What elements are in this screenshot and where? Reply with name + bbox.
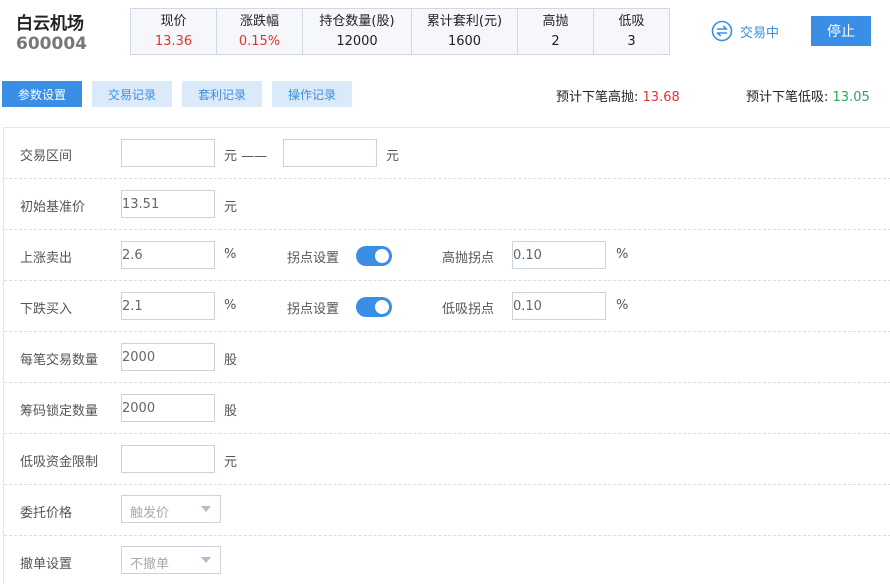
exchange-icon (711, 20, 733, 42)
base-price-input[interactable] (121, 190, 215, 218)
tab-parameter-settings[interactable]: 参数设置 (2, 81, 82, 107)
forecast-high-label: 预计下笔高抛: (556, 90, 639, 105)
quote-value: 0.15% (238, 33, 281, 49)
quote-label: 持仓数量(股) (319, 13, 395, 29)
unit-label: 股 (224, 353, 238, 368)
form-row-locked-qty: 筹码锁定数量 股 (4, 383, 890, 434)
select-value: 触发价 (130, 506, 170, 521)
unit-label: % (616, 247, 629, 262)
quote-label: 高抛 (542, 13, 569, 29)
chevron-down-icon (201, 557, 211, 563)
unit-label: 元 (224, 200, 238, 215)
quote-label: 低吸 (618, 13, 645, 29)
form-row-trade-range: 交易区间 元 —— 元 (4, 128, 890, 179)
quote-cell-price: 现价 13.36 (131, 9, 217, 54)
quote-value: 13.36 (154, 33, 193, 49)
unit-label: 元 (386, 149, 400, 164)
stock-name: 白云机场 (16, 14, 84, 34)
trading-status: 交易中 (711, 20, 779, 42)
low-buy-turn-toggle[interactable] (356, 297, 392, 317)
form-row-order-price: 委托价格 触发价 (4, 485, 890, 536)
forecast-low-value: 13.05 (832, 90, 870, 105)
unit-label: % (616, 298, 629, 313)
select-value: 不撤单 (130, 557, 170, 572)
unit-label: % (224, 247, 237, 262)
fall-buy-input[interactable] (121, 292, 215, 320)
qty-per-trade-input[interactable] (121, 343, 215, 371)
quote-label: 累计套利(元) (426, 13, 503, 29)
high-sell-turn-toggle[interactable] (356, 246, 392, 266)
turn-point-label: 低吸拐点 (442, 302, 495, 317)
row-label: 下跌买入 (20, 302, 73, 317)
quote-cell-change: 涨跌幅 0.15% (217, 9, 303, 54)
stop-button[interactable]: 停止 (811, 16, 871, 46)
locked-qty-input[interactable] (121, 394, 215, 422)
unit-label: 元 (224, 455, 238, 470)
tab-trade-records[interactable]: 交易记录 (92, 81, 172, 107)
forecast-low-buy: 预计下笔低吸: 13.05 (746, 86, 870, 105)
row-label: 上涨卖出 (20, 251, 73, 266)
row-label: 初始基准价 (20, 200, 86, 215)
quote-label: 现价 (160, 13, 187, 29)
unit-label: 元 —— (224, 149, 268, 164)
form-row-base-price: 初始基准价 元 (4, 179, 890, 230)
form-row-fund-limit: 低吸资金限制 元 (4, 434, 890, 485)
quote-cell-low-buy: 低吸 3 (594, 9, 669, 54)
unit-label: % (224, 298, 237, 313)
form-row-fall-buy: 下跌买入 % 拐点设置 低吸拐点 % (4, 281, 890, 332)
turn-point-label: 高抛拐点 (442, 251, 495, 266)
low-buy-turn-point-input[interactable] (512, 292, 606, 320)
trading-status-label: 交易中 (740, 25, 780, 41)
tab-operation-records[interactable]: 操作记录 (272, 81, 352, 107)
quote-table: 现价 13.36 涨跌幅 0.15% 持仓数量(股) 12000 累计套利(元)… (130, 8, 670, 55)
quote-value: 3 (627, 33, 636, 49)
high-sell-turn-point-input[interactable] (512, 241, 606, 269)
range-low-input[interactable] (121, 139, 215, 167)
rise-sell-input[interactable] (121, 241, 215, 269)
range-high-input[interactable] (283, 139, 377, 167)
quote-value: 2 (551, 33, 560, 49)
parameter-form: 交易区间 元 —— 元 初始基准价 元 上涨卖出 % 拐点设置 高抛拐点 % 下… (3, 127, 890, 584)
unit-label: 股 (224, 404, 238, 419)
turn-setting-label: 拐点设置 (287, 251, 340, 266)
form-row-rise-sell: 上涨卖出 % 拐点设置 高抛拐点 % (4, 230, 890, 281)
turn-setting-label: 拐点设置 (287, 302, 340, 317)
tab-arbitrage-records[interactable]: 套利记录 (182, 81, 262, 107)
cancel-setting-select[interactable]: 不撤单 (121, 546, 221, 574)
row-label: 委托价格 (20, 506, 73, 521)
row-label: 撤单设置 (20, 557, 73, 572)
forecast-high-sell: 预计下笔高抛: 13.68 (556, 86, 680, 105)
chevron-down-icon (201, 506, 211, 512)
row-label: 筹码锁定数量 (20, 404, 99, 419)
row-label: 低吸资金限制 (20, 455, 99, 470)
row-label: 交易区间 (20, 149, 73, 164)
form-row-cancel-setting: 撤单设置 不撤单 (4, 536, 890, 584)
row-label: 每笔交易数量 (20, 353, 99, 368)
quote-value: 1600 (447, 33, 482, 49)
forecast-low-label: 预计下笔低吸: (746, 90, 829, 105)
form-row-qty-per-trade: 每笔交易数量 股 (4, 332, 890, 383)
order-price-select[interactable]: 触发价 (121, 495, 221, 523)
forecast-high-value: 13.68 (642, 90, 680, 105)
quote-cell-high-sell: 高抛 2 (518, 9, 594, 54)
quote-cell-position: 持仓数量(股) 12000 (303, 9, 412, 54)
quote-label: 涨跌幅 (239, 13, 279, 29)
quote-value: 12000 (336, 33, 378, 49)
quote-cell-arbitrage: 累计套利(元) 1600 (412, 9, 518, 54)
fund-limit-input[interactable] (121, 445, 215, 473)
stock-code: 600004 (16, 34, 87, 54)
